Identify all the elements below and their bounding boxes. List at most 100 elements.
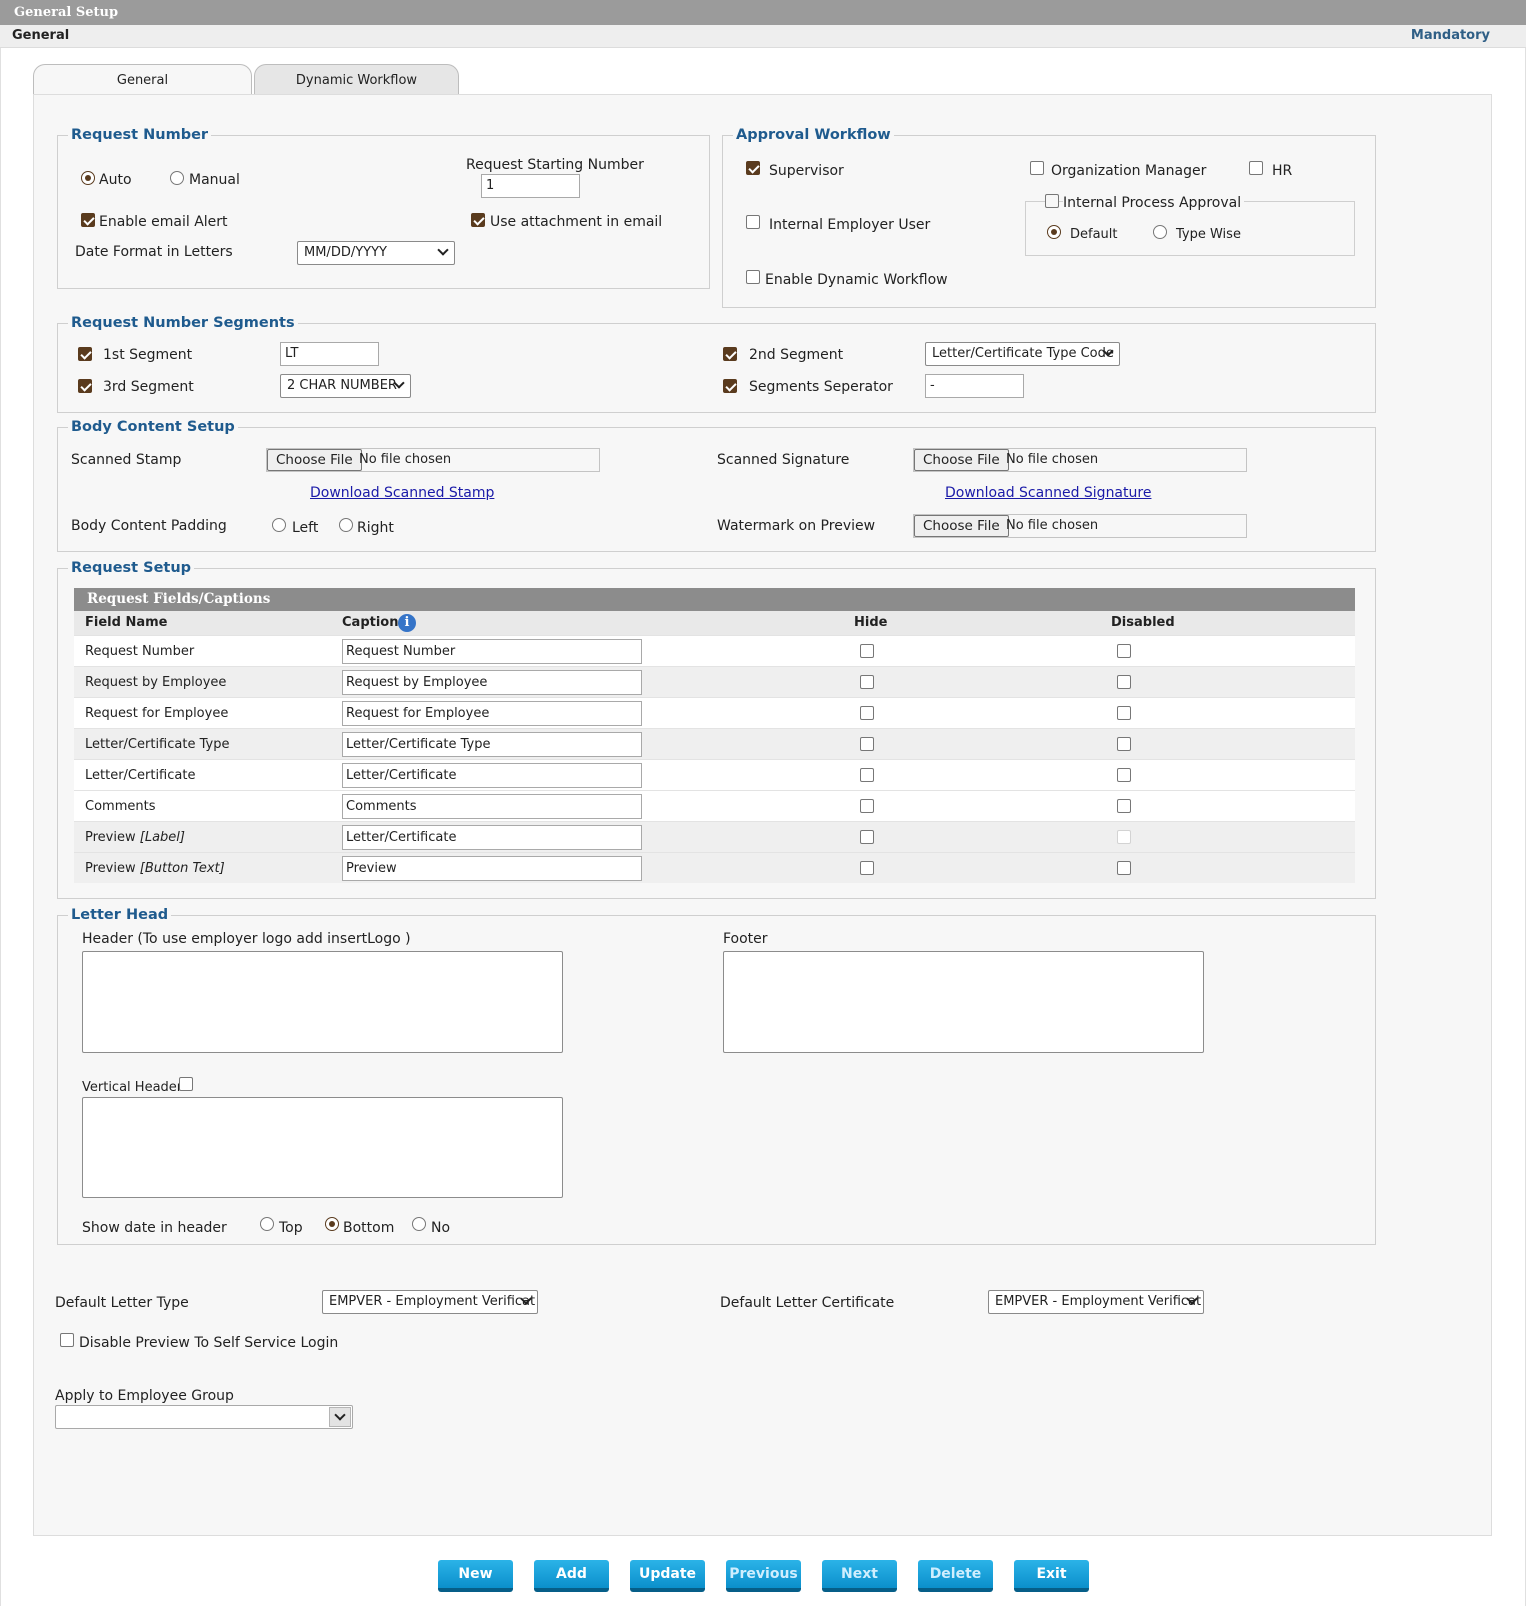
third-segment-select[interactable]: 2 CHAR NUMBER — [280, 374, 411, 398]
table-row: Preview [Button Text] Preview — [74, 852, 1355, 883]
padding-right-radio[interactable] — [339, 518, 353, 532]
scanned-signature-file[interactable]: Choose File No file chosen — [913, 448, 1247, 472]
hide-checkbox[interactable] — [860, 799, 874, 813]
attachment-label: Use attachment in email — [490, 214, 663, 230]
default-letter-certificate-value: EMPVER - Employment Verificat — [995, 1294, 1202, 1309]
disabled-checkbox[interactable] — [1117, 644, 1131, 658]
tab-general[interactable]: General — [33, 64, 252, 95]
hide-checkbox[interactable] — [860, 737, 874, 751]
info-icon[interactable]: i — [398, 614, 416, 632]
attachment-checkbox[interactable] — [471, 213, 485, 227]
hide-checkbox[interactable] — [860, 768, 874, 782]
date-bottom-radio[interactable] — [325, 1217, 339, 1231]
email-alert-checkbox[interactable] — [81, 213, 95, 227]
manual-radio[interactable] — [170, 171, 184, 185]
exit-button[interactable]: Exit — [1014, 1560, 1089, 1592]
download-stamp-link[interactable]: Download Scanned Stamp — [310, 485, 494, 501]
separator-checkbox[interactable] — [723, 379, 737, 393]
hide-checkbox[interactable] — [860, 706, 874, 720]
caption-input[interactable]: Request for Employee — [342, 701, 642, 726]
dynamic-workflow-checkbox[interactable] — [746, 270, 760, 284]
frame-left-border — [0, 48, 1, 1606]
col-hide: Hide — [854, 615, 888, 630]
hide-checkbox[interactable] — [860, 675, 874, 689]
default-letter-certificate-select[interactable]: EMPVER - Employment Verificat — [988, 1290, 1204, 1314]
disabled-checkbox[interactable] — [1117, 737, 1131, 751]
new-button[interactable]: New — [438, 1560, 513, 1592]
scanned-stamp-file[interactable]: Choose File No file chosen — [266, 448, 600, 472]
caption-input[interactable]: Letter/Certificate — [342, 763, 642, 788]
caption-input[interactable]: Request by Employee — [342, 670, 642, 695]
starting-number-input[interactable]: 1 — [481, 174, 580, 198]
hide-checkbox[interactable] — [860, 830, 874, 844]
vertical-header-textarea[interactable] — [82, 1097, 563, 1198]
previous-button[interactable]: Previous — [726, 1560, 801, 1592]
download-signature-link[interactable]: Download Scanned Signature — [945, 485, 1151, 501]
file-status: No file chosen — [1006, 518, 1099, 533]
choose-file-button[interactable]: Choose File — [267, 449, 362, 471]
hr-checkbox[interactable] — [1249, 161, 1263, 175]
date-top-label: Top — [279, 1220, 303, 1236]
caption-input[interactable]: Comments — [342, 794, 642, 819]
first-segment-label: 1st Segment — [103, 347, 193, 363]
watermark-file[interactable]: Choose File No file chosen — [913, 514, 1247, 538]
default-letter-type-label: Default Letter Type — [55, 1295, 189, 1311]
hide-checkbox[interactable] — [860, 861, 874, 875]
type-wise-radio[interactable] — [1153, 225, 1167, 239]
disable-preview-checkbox[interactable] — [60, 1333, 74, 1347]
third-segment-label: 3rd Segment — [103, 379, 194, 395]
delete-button[interactable]: Delete — [918, 1560, 993, 1592]
disabled-checkbox[interactable] — [1117, 675, 1131, 689]
default-letter-type-select[interactable]: EMPVER - Employment Verificat — [322, 1290, 538, 1314]
caption-input[interactable]: Request Number — [342, 639, 642, 664]
window-title-bar: General Setup — [0, 0, 1526, 25]
disabled-checkbox[interactable] — [1117, 768, 1131, 782]
supervisor-checkbox[interactable] — [746, 161, 760, 175]
disabled-checkbox[interactable] — [1117, 706, 1131, 720]
choose-file-button[interactable]: Choose File — [914, 449, 1009, 471]
field-name: Request Number — [85, 644, 195, 659]
default-radio[interactable] — [1047, 225, 1061, 239]
org-manager-checkbox[interactable] — [1030, 161, 1044, 175]
email-alert-label: Enable email Alert — [99, 214, 228, 230]
caption-input[interactable]: Preview — [342, 856, 642, 881]
internal-process-checkbox[interactable] — [1045, 194, 1059, 208]
first-segment-checkbox[interactable] — [78, 347, 92, 361]
second-segment-select[interactable]: Letter/Certificate Type Code — [925, 342, 1120, 366]
field-name: Letter/Certificate — [85, 768, 196, 783]
internal-process-label: Internal Process Approval — [1063, 195, 1245, 211]
separator-input[interactable]: - — [925, 374, 1024, 398]
date-format-label: Date Format in Letters — [75, 244, 233, 260]
date-no-radio[interactable] — [412, 1217, 426, 1231]
tab-dynamic-workflow[interactable]: Dynamic Workflow — [254, 64, 459, 95]
dynamic-workflow-label: Enable Dynamic Workflow — [765, 272, 948, 288]
mandatory-link[interactable]: Mandatory — [1411, 28, 1490, 43]
footer-textarea[interactable] — [723, 951, 1204, 1053]
second-segment-checkbox[interactable] — [723, 347, 737, 361]
date-no-label: No — [431, 1220, 451, 1236]
update-button[interactable]: Update — [630, 1560, 705, 1592]
disabled-checkbox[interactable] — [1117, 861, 1131, 875]
footer-label: Footer — [723, 931, 768, 947]
vertical-header-checkbox[interactable] — [179, 1077, 193, 1091]
padding-left-radio[interactable] — [272, 518, 286, 532]
caption-input[interactable]: Letter/Certificate Type — [342, 732, 642, 757]
next-button[interactable]: Next — [822, 1560, 897, 1592]
date-top-radio[interactable] — [260, 1217, 274, 1231]
default-label: Default — [1070, 227, 1118, 242]
choose-file-button[interactable]: Choose File — [914, 515, 1009, 537]
caption-input[interactable]: Letter/Certificate — [342, 825, 642, 850]
header-textarea[interactable] — [82, 951, 563, 1053]
disabled-checkbox[interactable] — [1117, 799, 1131, 813]
date-format-select[interactable]: MM/DD/YYYY — [297, 241, 455, 265]
padding-left-label: Left — [292, 520, 319, 536]
first-segment-input[interactable]: LT — [280, 342, 379, 366]
internal-employer-checkbox[interactable] — [746, 215, 760, 229]
employee-group-select[interactable] — [55, 1405, 353, 1429]
hide-checkbox[interactable] — [860, 644, 874, 658]
padding-right-label: Right — [357, 520, 394, 536]
auto-radio[interactable] — [81, 171, 95, 185]
dropdown-arrow-button[interactable] — [329, 1407, 351, 1427]
third-segment-checkbox[interactable] — [78, 379, 92, 393]
add-button[interactable]: Add — [534, 1560, 609, 1592]
